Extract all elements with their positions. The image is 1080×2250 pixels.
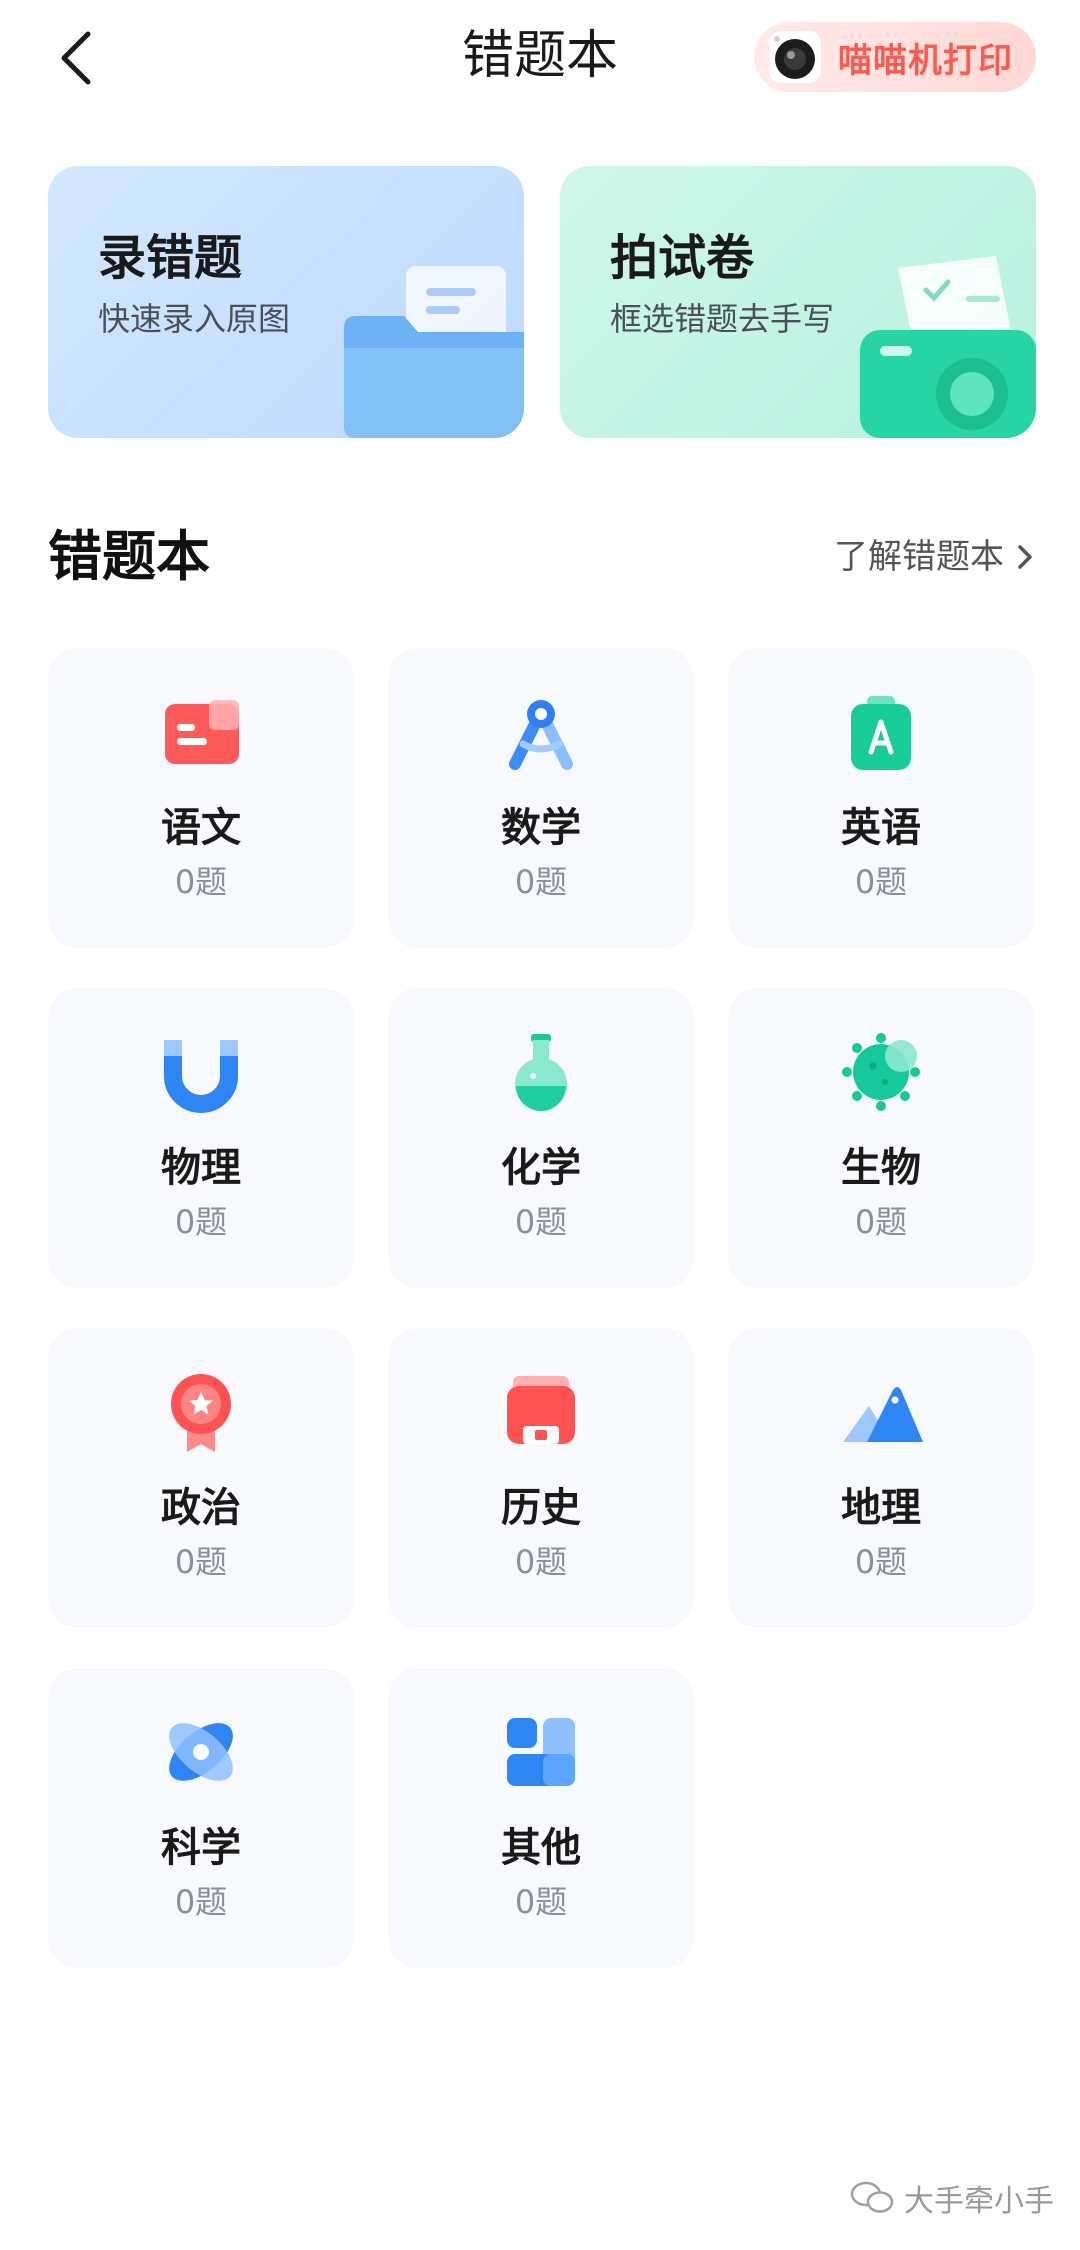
section-title: 错题本: [48, 525, 210, 588]
subject-card-geography[interactable]: 地理 0题: [728, 1328, 1034, 1628]
folder-icon: [344, 266, 524, 438]
camera-icon: [860, 256, 1036, 438]
wechat-icon: [850, 2181, 894, 2213]
subject-card-english[interactable]: 英语 0题: [728, 648, 1034, 948]
badge-star-icon: [171, 1374, 231, 1452]
cell-icon: [842, 1033, 920, 1111]
subject-count: 0题: [854, 1203, 908, 1241]
subject-card-politics[interactable]: 政治 0题: [48, 1328, 354, 1628]
watermark: 大手牵小手: [850, 2176, 1054, 2220]
record-mistake-card[interactable]: 录错题 快速录入原图: [48, 166, 524, 438]
scroll-icon: [507, 1376, 575, 1444]
print-label: 喵喵机打印: [838, 40, 1013, 81]
subject-name: 历史: [501, 1485, 581, 1531]
subject-count: 0题: [514, 1203, 568, 1241]
subject-name: 科学: [161, 1825, 241, 1871]
flask-icon: [515, 1034, 567, 1111]
subject-card-history[interactable]: 历史 0题: [388, 1328, 694, 1628]
scan-subtitle: 框选错题去手写: [610, 300, 835, 338]
subject-card-other[interactable]: 其他 0题: [388, 1668, 694, 1968]
scan-paper-card[interactable]: 拍试卷 框选错题去手写: [560, 166, 1036, 438]
watermark-text: 大手牵小手: [904, 2184, 1054, 2219]
subject-count: 0题: [854, 1543, 908, 1581]
subject-card-physics[interactable]: 物理 0题: [48, 988, 354, 1288]
blocks-icon: [507, 1718, 575, 1786]
record-title: 录错题: [98, 230, 243, 286]
subject-count: 0题: [174, 1883, 228, 1921]
atom-icon: [169, 1723, 233, 1781]
chinese-book-icon: [165, 700, 239, 764]
subject-name: 其他: [501, 1825, 581, 1871]
compass-icon: [509, 700, 573, 770]
subject-name: 英语: [841, 805, 921, 851]
subject-count: 0题: [174, 1543, 228, 1581]
chevron-right-icon: [1018, 545, 1032, 569]
subject-name: 化学: [501, 1145, 581, 1191]
subject-name: 数学: [501, 805, 581, 851]
top-bar: 错题本 喵喵机打印: [0, 0, 1080, 120]
subject-name: 地理: [841, 1485, 921, 1531]
subject-count: 0题: [174, 863, 228, 901]
scan-title: 拍试卷: [610, 230, 755, 286]
english-a-icon: [851, 696, 911, 770]
subject-card-math[interactable]: 数学 0题: [388, 648, 694, 948]
subject-name: 政治: [161, 1485, 241, 1531]
record-subtitle: 快速录入原图: [98, 300, 291, 338]
print-button[interactable]: 喵喵机打印: [754, 22, 1036, 92]
subject-count: 0题: [514, 863, 568, 901]
subject-name: 语文: [161, 805, 241, 851]
subject-card-chemistry[interactable]: 化学 0题: [388, 988, 694, 1288]
subject-count: 0题: [854, 863, 908, 901]
subject-card-biology[interactable]: 生物 0题: [728, 988, 1034, 1288]
subject-name: 物理: [161, 1145, 241, 1191]
subject-name: 生物: [841, 1145, 921, 1191]
subject-count: 0题: [514, 1883, 568, 1921]
printer-camera-icon: [760, 22, 830, 92]
mistake-book-page: 错题本 喵喵机打印 录错题 快速录入原图 拍试卷 框选错题去手写 错题本 了解错…: [0, 0, 1080, 2250]
subject-card-chinese[interactable]: 语文 0题: [48, 648, 354, 948]
learn-more-label: 了解错题本: [834, 537, 1004, 577]
magnet-icon: [164, 1040, 238, 1113]
mountain-icon: [843, 1387, 923, 1442]
subject-count: 0题: [174, 1203, 228, 1241]
learn-more-link[interactable]: 了解错题本: [834, 532, 1036, 582]
subject-count: 0题: [514, 1543, 568, 1581]
subject-card-science[interactable]: 科学 0题: [48, 1668, 354, 1968]
